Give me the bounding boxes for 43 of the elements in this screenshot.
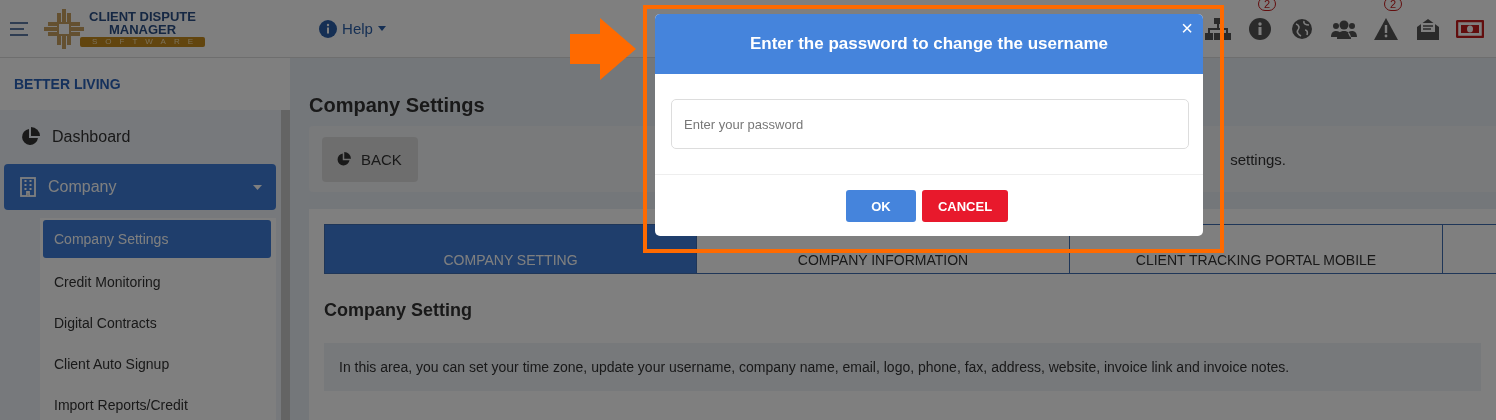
pie-chart-icon — [336, 151, 351, 167]
caret-icon — [253, 184, 262, 190]
logo-emblem-icon — [42, 6, 86, 51]
dialog-title: Enter the password to change the username — [750, 34, 1108, 54]
menu-icon[interactable] — [10, 21, 28, 36]
scrollbar[interactable] — [281, 110, 290, 420]
envelope-icon[interactable] — [1417, 17, 1439, 40]
logo-text: MANAGER — [108, 23, 177, 36]
cancel-button[interactable]: CANCEL — [922, 190, 1008, 222]
close-button[interactable]: × — [1177, 18, 1197, 38]
help-menu[interactable]: Help — [319, 19, 386, 38]
page-title: Company Settings — [309, 94, 486, 117]
users-icon[interactable] — [1331, 18, 1357, 39]
notification-badge: 2 — [1258, 0, 1277, 11]
back-button[interactable]: BACK — [322, 136, 418, 182]
pie-chart-icon — [20, 127, 40, 147]
company-name: BETTER LIVING — [0, 58, 290, 110]
sidebar-item[interactable]: Dashboard — [4, 114, 276, 160]
submenu-item[interactable]: Credit Monitoring — [43, 261, 271, 302]
submenu-item[interactable]: Digital Contracts — [43, 302, 271, 343]
logo[interactable]: CLIENT DISPUTE MANAGER SOFTWARE — [42, 6, 206, 51]
password-field[interactable]: Enter your password — [671, 99, 1189, 149]
section-title: Company Setting — [324, 300, 473, 321]
warning-icon[interactable] — [1374, 17, 1398, 40]
arrow-icon — [570, 18, 636, 80]
caret-icon — [377, 26, 386, 31]
building-icon — [20, 177, 36, 197]
logo-text: CLIENT DISPUTE — [89, 10, 196, 23]
submenu-item[interactable]: Company Settings — [43, 220, 271, 258]
description-text: settings. — [1230, 150, 1286, 168]
submenu-item[interactable]: Client Auto Signup — [43, 343, 271, 384]
info-text: In this area, you can set your time zone, update your username, company name, email, logo, phone, fax, address, website, invoice link and invoice notes. — [324, 343, 1481, 391]
tab[interactable]: COMPANY SETTING — [324, 224, 697, 274]
info-icon[interactable] — [1249, 17, 1271, 40]
logo-tagline: SOFTWARE — [80, 37, 206, 47]
ok-button[interactable]: OK — [846, 190, 916, 222]
globe-icon[interactable] — [1291, 17, 1313, 40]
sidebar-item[interactable]: Company — [4, 164, 276, 210]
notification-badge: 2 — [1384, 0, 1403, 11]
info-icon — [319, 19, 338, 38]
sitemap-icon[interactable] — [1205, 17, 1231, 40]
money-icon[interactable] — [1456, 19, 1484, 38]
submenu-item[interactable]: Import Reports/Credit — [43, 384, 271, 420]
